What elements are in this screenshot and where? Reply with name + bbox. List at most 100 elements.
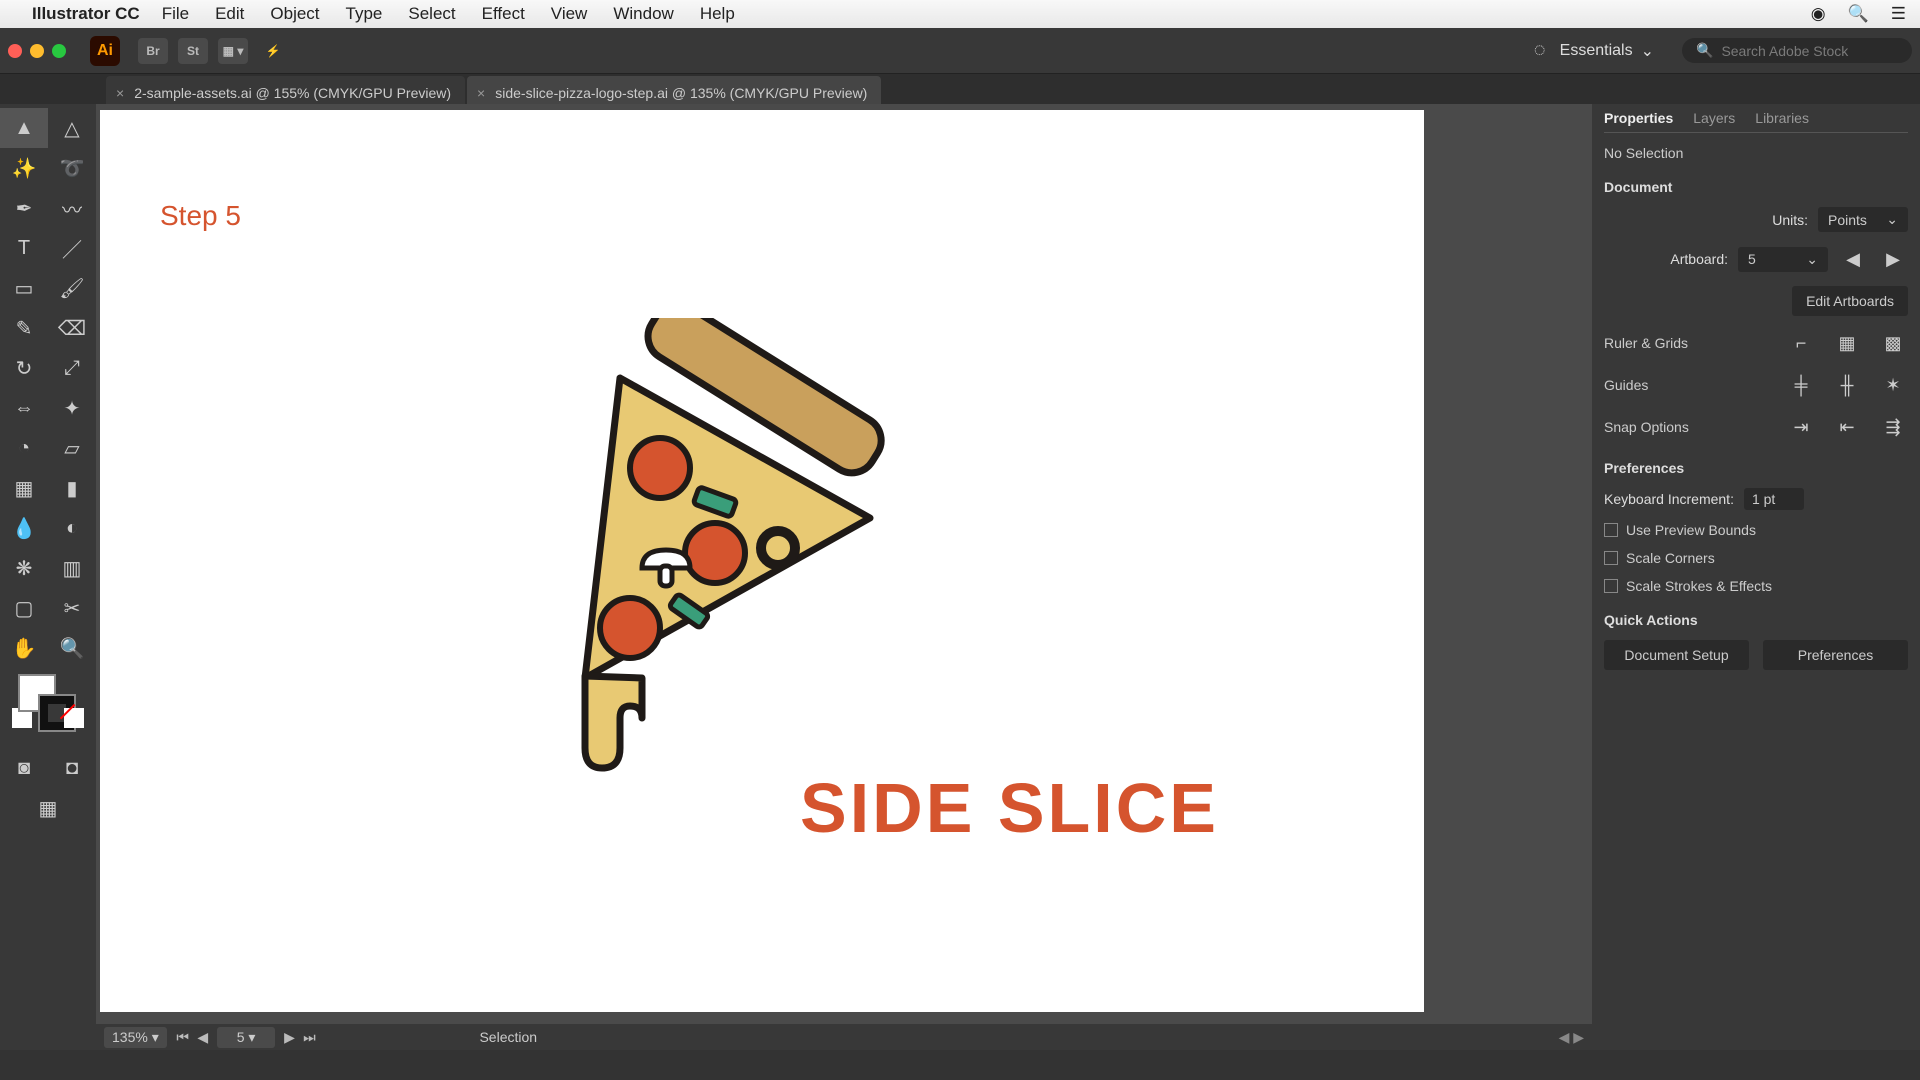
tab-layers[interactable]: Layers <box>1693 110 1735 126</box>
snap-point-button[interactable]: ⇥ <box>1786 412 1816 442</box>
snap-grid-button[interactable]: ⇤ <box>1832 412 1862 442</box>
stock-button[interactable]: St <box>178 38 208 64</box>
guides-toggle-button[interactable]: ╪ <box>1786 370 1816 400</box>
ruler-toggle-button[interactable]: ⌐ <box>1786 328 1816 358</box>
window-close-button[interactable] <box>8 44 22 58</box>
menu-window[interactable]: Window <box>613 4 673 24</box>
preferences-button[interactable]: Preferences <box>1763 640 1908 670</box>
document-tab[interactable]: × 2-sample-assets.ai @ 155% (CMYK/GPU Pr… <box>106 76 465 104</box>
menu-effect[interactable]: Effect <box>482 4 525 24</box>
blend-tool[interactable]: ◐ <box>48 508 96 548</box>
slice-tool[interactable]: ✂ <box>48 588 96 628</box>
mesh-tool[interactable]: ▦ <box>0 468 48 508</box>
artboard-select[interactable]: 5 ▾ <box>217 1027 276 1048</box>
close-tab-icon[interactable]: × <box>477 85 485 101</box>
search-adobe-stock[interactable]: 🔍 Search Adobe Stock <box>1682 38 1912 63</box>
line-tool[interactable]: ／ <box>48 228 96 268</box>
section-quick-actions: Quick Actions <box>1604 612 1908 628</box>
brand-text: SIDE SLICE <box>800 768 1219 848</box>
menu-object[interactable]: Object <box>270 4 319 24</box>
eyedropper-tool[interactable]: 💧 <box>0 508 48 548</box>
tab-libraries[interactable]: Libraries <box>1755 110 1809 126</box>
next-artboard-button[interactable]: ▶ <box>1878 244 1908 274</box>
transparency-grid-button[interactable]: ▩ <box>1878 328 1908 358</box>
illustrator-logo-icon: Ai <box>90 36 120 66</box>
window-zoom-button[interactable] <box>52 44 66 58</box>
search-icon: 🔍 <box>1696 42 1713 59</box>
last-artboard-button[interactable]: ⏭ <box>299 1029 319 1046</box>
gpu-button[interactable]: ⚡ <box>258 38 288 64</box>
canvas-area[interactable]: Step 5 <box>96 104 1592 1024</box>
change-screen-button[interactable]: ◘ <box>48 748 96 788</box>
none-mode-button[interactable] <box>64 708 84 728</box>
scale-strokes-checkbox[interactable]: Scale Strokes & Effects <box>1604 578 1908 594</box>
units-dropdown[interactable]: Points⌄ <box>1818 207 1908 232</box>
prev-artboard-button[interactable]: ◀ <box>1838 244 1868 274</box>
guides-lock-button[interactable]: ╫ <box>1832 370 1862 400</box>
scale-corners-checkbox[interactable]: Scale Corners <box>1604 550 1908 566</box>
selection-tool[interactable]: ▲ <box>0 108 48 148</box>
column-graph-tool[interactable]: ▥ <box>48 548 96 588</box>
lasso-tool[interactable]: ➰ <box>48 148 96 188</box>
tips-icon[interactable]: ◌ <box>1534 39 1546 62</box>
shape-builder-tool[interactable]: ◔ <box>0 428 48 468</box>
chevron-down-icon: ⌄ <box>1641 41 1654 61</box>
gradient-tool[interactable]: ▮ <box>48 468 96 508</box>
cloud-icon[interactable]: ◉ <box>1811 4 1826 24</box>
zoom-level-select[interactable]: 135% ▾ <box>104 1027 167 1048</box>
artboard-dropdown[interactable]: 5⌄ <box>1738 247 1828 272</box>
menu-edit[interactable]: Edit <box>215 4 244 24</box>
first-artboard-button[interactable]: ⏮ <box>173 1029 193 1046</box>
hand-tool[interactable]: ✋ <box>0 628 48 668</box>
menu-type[interactable]: Type <box>346 4 383 24</box>
symbol-sprayer-tool[interactable]: ❋ <box>0 548 48 588</box>
free-transform-tool[interactable]: ✦ <box>48 388 96 428</box>
normal-screen-button[interactable]: ◙ <box>0 748 48 788</box>
keyboard-increment-input[interactable]: 1 pt <box>1744 488 1804 510</box>
paintbrush-tool[interactable]: 🖌 <box>48 268 96 308</box>
zoom-tool[interactable]: 🔍 <box>48 628 96 668</box>
menu-file[interactable]: File <box>162 4 189 24</box>
preview-bounds-checkbox[interactable]: Use Preview Bounds <box>1604 522 1908 538</box>
perspective-tool[interactable]: ▱ <box>48 428 96 468</box>
next-artboard-button[interactable]: ▶ <box>279 1029 299 1046</box>
snap-pixel-button[interactable]: ⇶ <box>1878 412 1908 442</box>
edit-artboards-button[interactable]: Edit Artboards <box>1792 286 1908 316</box>
menu-view[interactable]: View <box>551 4 588 24</box>
search-icon[interactable]: 🔍 <box>1848 4 1869 24</box>
document-tab[interactable]: × side-slice-pizza-logo-step.ai @ 135% (… <box>467 76 881 104</box>
shaper-tool[interactable]: ✎ <box>0 308 48 348</box>
window-minimize-button[interactable] <box>30 44 44 58</box>
menu-icon[interactable]: ☰ <box>1891 4 1906 24</box>
close-tab-icon[interactable]: × <box>116 85 124 101</box>
tab-properties[interactable]: Properties <box>1604 110 1673 126</box>
type-tool[interactable]: T <box>0 228 48 268</box>
workspace-switcher[interactable]: Essentials ⌄ <box>1546 35 1668 67</box>
menu-select[interactable]: Select <box>408 4 455 24</box>
width-tool[interactable]: ⇔ <box>0 388 48 428</box>
rectangle-tool[interactable]: ▭ <box>0 268 48 308</box>
grid-toggle-button[interactable]: ▦ <box>1832 328 1862 358</box>
magic-wand-tool[interactable]: ✨ <box>0 148 48 188</box>
artboard-tool[interactable]: ▢ <box>0 588 48 628</box>
scroll-handle[interactable]: ◀ ▶ <box>1559 1029 1584 1046</box>
eraser-tool[interactable]: ⌫ <box>48 308 96 348</box>
bridge-button[interactable]: Br <box>138 38 168 64</box>
toolbox: ▲ △ ✨ ➰ ✒ 〰 T ／ ▭ 🖌 ✎ ⌫ ↻ ⤢ ⇔ ✦ ◔ ▱ ▦ ▮ … <box>0 104 96 1050</box>
artboard-value: 5 <box>1748 251 1756 267</box>
status-bar: 135% ▾ ⏮ ◀ 5 ▾ ▶ ⏭ Selection ◀ ▶ <box>96 1024 1592 1050</box>
edit-toolbar-button[interactable]: ▦ <box>0 788 96 828</box>
menu-help[interactable]: Help <box>700 4 735 24</box>
pen-tool[interactable]: ✒ <box>0 188 48 228</box>
snap-options-label: Snap Options <box>1604 419 1770 435</box>
prev-artboard-button[interactable]: ◀ <box>193 1029 213 1046</box>
curvature-tool[interactable]: 〰 <box>48 188 96 228</box>
rotate-tool[interactable]: ↻ <box>0 348 48 388</box>
scale-tool[interactable]: ⤢ <box>48 348 96 388</box>
smart-guides-button[interactable]: ✶ <box>1878 370 1908 400</box>
artboard[interactable]: Step 5 <box>100 110 1424 1012</box>
direct-selection-tool[interactable]: △ <box>48 108 96 148</box>
arrange-documents-button[interactable]: ▦ ▾ <box>218 38 248 64</box>
tab-label: side-slice-pizza-logo-step.ai @ 135% (CM… <box>495 85 867 101</box>
document-setup-button[interactable]: Document Setup <box>1604 640 1749 670</box>
